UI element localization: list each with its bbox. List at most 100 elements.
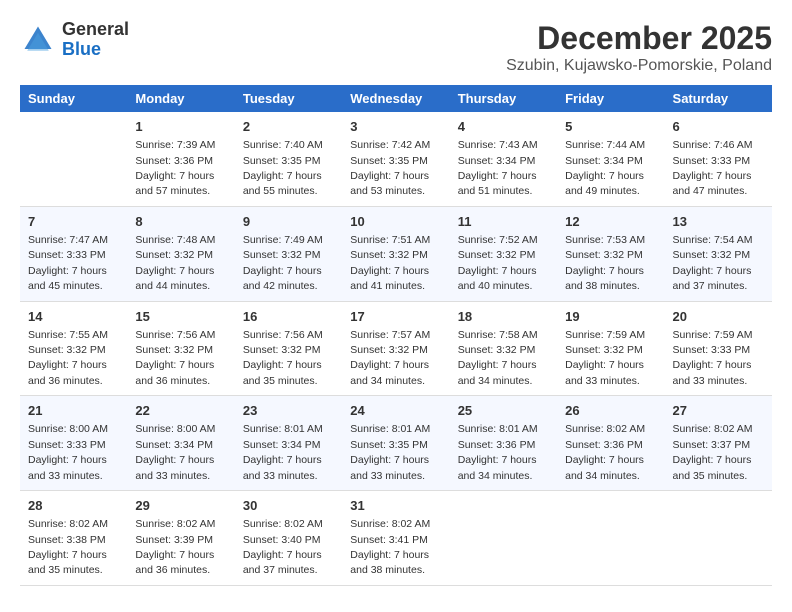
- calendar-cell: 24Sunrise: 8:01 AMSunset: 3:35 PMDayligh…: [342, 396, 449, 491]
- calendar-cell: 17 Sunrise: 7:57 AMSunset: 3:32 PMDayligh…: [342, 301, 449, 396]
- logo: General Blue: [20, 20, 129, 60]
- day-number: 27: [673, 402, 764, 420]
- calendar-week-row: 7 Sunrise: 7:47 AMSunset: 3:33 PMDaylight…: [20, 206, 772, 301]
- day-number: 30: [243, 497, 334, 515]
- cell-sunrise: Sunrise: 7:48 AMSunset: 3:32 PMDaylight:…: [135, 234, 215, 292]
- calendar-cell: 2Sunrise: 7:40 AMSunset: 3:35 PMDaylight…: [235, 112, 342, 206]
- day-number: 7: [28, 213, 119, 231]
- calendar-header-row: SundayMondayTuesdayWednesdayThursdayFrid…: [20, 85, 772, 112]
- cell-sunrise: Sunrise: 8:02 AMSunset: 3:40 PMDaylight:…: [243, 518, 323, 576]
- day-number: 19: [565, 308, 656, 326]
- weekday-header: Sunday: [20, 85, 127, 112]
- calendar-cell: [450, 491, 557, 586]
- day-number: 5: [565, 118, 656, 136]
- calendar-cell: 15Sunrise: 7:56 AMSunset: 3:32 PMDayligh…: [127, 301, 234, 396]
- logo-general-text: General: [62, 19, 129, 39]
- calendar-cell: 25Sunrise: 8:01 AMSunset: 3:36 PMDayligh…: [450, 396, 557, 491]
- cell-sunrise: Sunrise: 8:01 AMSunset: 3:36 PMDaylight:…: [458, 423, 538, 481]
- calendar-cell: 27 Sunrise: 8:02 AMSunset: 3:37 PMDayligh…: [665, 396, 772, 491]
- calendar-cell: 13Sunrise: 7:54 AMSunset: 3:32 PMDayligh…: [665, 206, 772, 301]
- day-number: 6: [673, 118, 764, 136]
- day-number: 23: [243, 402, 334, 420]
- cell-sunrise: Sunrise: 8:00 AMSunset: 3:33 PMDaylight:…: [28, 423, 108, 481]
- calendar-cell: [557, 491, 664, 586]
- calendar-cell: 9 Sunrise: 7:49 AMSunset: 3:32 PMDaylight…: [235, 206, 342, 301]
- cell-sunrise: Sunrise: 7:58 AMSunset: 3:32 PMDaylight:…: [458, 329, 538, 387]
- day-number: 13: [673, 213, 764, 231]
- calendar-cell: 20 Sunrise: 7:59 AMSunset: 3:33 PMDayligh…: [665, 301, 772, 396]
- day-number: 20: [673, 308, 764, 326]
- cell-sunrise: Sunrise: 7:56 AMSunset: 3:32 PMDaylight:…: [243, 329, 323, 387]
- calendar-cell: 29 Sunrise: 8:02 AMSunset: 3:39 PMDayligh…: [127, 491, 234, 586]
- calendar-cell: 23 Sunrise: 8:01 AMSunset: 3:34 PMDayligh…: [235, 396, 342, 491]
- calendar-cell: 31Sunrise: 8:02 AMSunset: 3:41 PMDayligh…: [342, 491, 449, 586]
- calendar-table: SundayMondayTuesdayWednesdayThursdayFrid…: [20, 85, 772, 586]
- cell-sunrise: Sunrise: 8:02 AMSunset: 3:41 PMDaylight:…: [350, 518, 430, 576]
- calendar-cell: 10 Sunrise: 7:51 AMSunset: 3:32 PMDayligh…: [342, 206, 449, 301]
- day-number: 17: [350, 308, 441, 326]
- cell-sunrise: Sunrise: 7:59 AMSunset: 3:32 PMDaylight:…: [565, 329, 645, 387]
- logo-icon: [20, 22, 56, 58]
- cell-sunrise: Sunrise: 8:02 AMSunset: 3:37 PMDaylight:…: [673, 423, 753, 481]
- calendar-cell: 22Sunrise: 8:00 AMSunset: 3:34 PMDayligh…: [127, 396, 234, 491]
- day-number: 4: [458, 118, 549, 136]
- cell-sunrise: Sunrise: 7:46 AMSunset: 3:33 PMDaylight:…: [673, 139, 753, 197]
- logo-blue-text: Blue: [62, 39, 101, 59]
- calendar-cell: 8 Sunrise: 7:48 AMSunset: 3:32 PMDaylight…: [127, 206, 234, 301]
- calendar-cell: 19 Sunrise: 7:59 AMSunset: 3:32 PMDayligh…: [557, 301, 664, 396]
- day-number: 9: [243, 213, 334, 231]
- day-number: 15: [135, 308, 226, 326]
- cell-sunrise: Sunrise: 7:39 AMSunset: 3:36 PMDaylight:…: [135, 139, 215, 197]
- cell-sunrise: Sunrise: 8:01 AMSunset: 3:34 PMDaylight:…: [243, 423, 323, 481]
- weekday-header: Tuesday: [235, 85, 342, 112]
- calendar-cell: [665, 491, 772, 586]
- cell-sunrise: Sunrise: 7:59 AMSunset: 3:33 PMDaylight:…: [673, 329, 753, 387]
- day-number: 3: [350, 118, 441, 136]
- calendar-cell: 26 Sunrise: 8:02 AMSunset: 3:36 PMDayligh…: [557, 396, 664, 491]
- month-title: December 2025: [506, 20, 772, 57]
- cell-sunrise: Sunrise: 7:55 AMSunset: 3:32 PMDaylight:…: [28, 329, 108, 387]
- weekday-header: Saturday: [665, 85, 772, 112]
- calendar-cell: 6 Sunrise: 7:46 AMSunset: 3:33 PMDaylight…: [665, 112, 772, 206]
- day-number: 12: [565, 213, 656, 231]
- day-number: 21: [28, 402, 119, 420]
- cell-sunrise: Sunrise: 7:47 AMSunset: 3:33 PMDaylight:…: [28, 234, 108, 292]
- weekday-header: Thursday: [450, 85, 557, 112]
- cell-sunrise: Sunrise: 7:57 AMSunset: 3:32 PMDaylight:…: [350, 329, 430, 387]
- calendar-cell: 21 Sunrise: 8:00 AMSunset: 3:33 PMDayligh…: [20, 396, 127, 491]
- cell-sunrise: Sunrise: 7:51 AMSunset: 3:32 PMDaylight:…: [350, 234, 430, 292]
- cell-sunrise: Sunrise: 7:49 AMSunset: 3:32 PMDaylight:…: [243, 234, 323, 292]
- cell-sunrise: Sunrise: 7:53 AMSunset: 3:32 PMDaylight:…: [565, 234, 645, 292]
- calendar-cell: 7 Sunrise: 7:47 AMSunset: 3:33 PMDaylight…: [20, 206, 127, 301]
- day-number: 8: [135, 213, 226, 231]
- title-block: December 2025 Szubin, Kujawsko-Pomorskie…: [506, 20, 772, 75]
- cell-sunrise: Sunrise: 8:02 AMSunset: 3:36 PMDaylight:…: [565, 423, 645, 481]
- calendar-cell: 30 Sunrise: 8:02 AMSunset: 3:40 PMDayligh…: [235, 491, 342, 586]
- cell-sunrise: Sunrise: 8:02 AMSunset: 3:39 PMDaylight:…: [135, 518, 215, 576]
- calendar-cell: 14Sunrise: 7:55 AMSunset: 3:32 PMDayligh…: [20, 301, 127, 396]
- cell-sunrise: Sunrise: 8:00 AMSunset: 3:34 PMDaylight:…: [135, 423, 215, 481]
- calendar-week-row: 1Sunrise: 7:39 AMSunset: 3:36 PMDaylight…: [20, 112, 772, 206]
- cell-sunrise: Sunrise: 7:42 AMSunset: 3:35 PMDaylight:…: [350, 139, 430, 197]
- weekday-header: Wednesday: [342, 85, 449, 112]
- weekday-header: Monday: [127, 85, 234, 112]
- cell-sunrise: Sunrise: 8:02 AMSunset: 3:38 PMDaylight:…: [28, 518, 108, 576]
- day-number: 10: [350, 213, 441, 231]
- calendar-cell: 5Sunrise: 7:44 AMSunset: 3:34 PMDaylight…: [557, 112, 664, 206]
- page-header: General Blue December 2025 Szubin, Kujaw…: [20, 20, 772, 75]
- calendar-cell: [20, 112, 127, 206]
- cell-sunrise: Sunrise: 7:43 AMSunset: 3:34 PMDaylight:…: [458, 139, 538, 197]
- cell-sunrise: Sunrise: 7:52 AMSunset: 3:32 PMDaylight:…: [458, 234, 538, 292]
- logo-text: General Blue: [62, 20, 129, 60]
- day-number: 26: [565, 402, 656, 420]
- calendar-cell: 16 Sunrise: 7:56 AMSunset: 3:32 PMDayligh…: [235, 301, 342, 396]
- calendar-week-row: 14Sunrise: 7:55 AMSunset: 3:32 PMDayligh…: [20, 301, 772, 396]
- calendar-cell: 28Sunrise: 8:02 AMSunset: 3:38 PMDayligh…: [20, 491, 127, 586]
- calendar-week-row: 21 Sunrise: 8:00 AMSunset: 3:33 PMDayligh…: [20, 396, 772, 491]
- day-number: 24: [350, 402, 441, 420]
- day-number: 29: [135, 497, 226, 515]
- calendar-cell: 11Sunrise: 7:52 AMSunset: 3:32 PMDayligh…: [450, 206, 557, 301]
- day-number: 16: [243, 308, 334, 326]
- calendar-cell: 1Sunrise: 7:39 AMSunset: 3:36 PMDaylight…: [127, 112, 234, 206]
- cell-sunrise: Sunrise: 7:40 AMSunset: 3:35 PMDaylight:…: [243, 139, 323, 197]
